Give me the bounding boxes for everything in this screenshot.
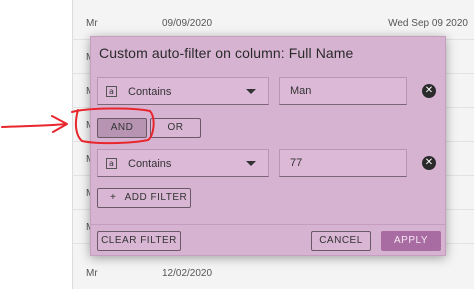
operator-select-1[interactable]: a Contains [97,77,269,105]
text-type-icon: a [106,86,117,97]
clear-value-icon[interactable]: ✕ [422,156,436,170]
add-filter-button[interactable]: + ADD FILTER [97,188,191,208]
text-type-icon: a [106,158,117,169]
operator-select-label: Contains [128,158,172,170]
table-row[interactable]: Mr 09/09/2020 Wed Sep 09 2020 [72,6,474,40]
row-date: 09/09/2020 [162,18,213,29]
and-toggle-button[interactable]: AND [97,118,147,138]
plus-icon: + [110,192,117,203]
operator-select-label: Contains [128,86,172,98]
row-title: Mr [86,18,98,29]
custom-auto-filter-dialog: Custom auto-filter on column: Full Name … [90,36,446,256]
row-date: 12/02/2020 [162,268,213,279]
footer-divider [91,224,445,225]
dialog-title: Custom auto-filter on column: Full Name [99,45,354,61]
caret-down-icon [246,89,256,94]
filter-value-input-1[interactable]: Man [279,77,407,105]
filter-value-input-2[interactable]: 77 [279,149,407,177]
clear-filter-button[interactable]: CLEAR FILTER [97,231,181,251]
row-long-date: Wed Sep 09 2020 [388,18,468,29]
caret-down-icon [246,161,256,166]
annotation-arrowhead-icon [51,115,68,133]
table-row[interactable]: Mr 12/02/2020 [72,256,474,289]
clear-value-icon[interactable]: ✕ [422,84,436,98]
annotation-arrow-icon [1,123,67,128]
apply-button[interactable]: APPLY [381,231,441,251]
add-filter-label: ADD FILTER [124,192,188,203]
cancel-button[interactable]: CANCEL [311,231,371,251]
row-title: Mr [86,268,98,279]
operator-select-2[interactable]: a Contains [97,149,269,177]
or-toggle-button[interactable]: OR [150,118,201,138]
